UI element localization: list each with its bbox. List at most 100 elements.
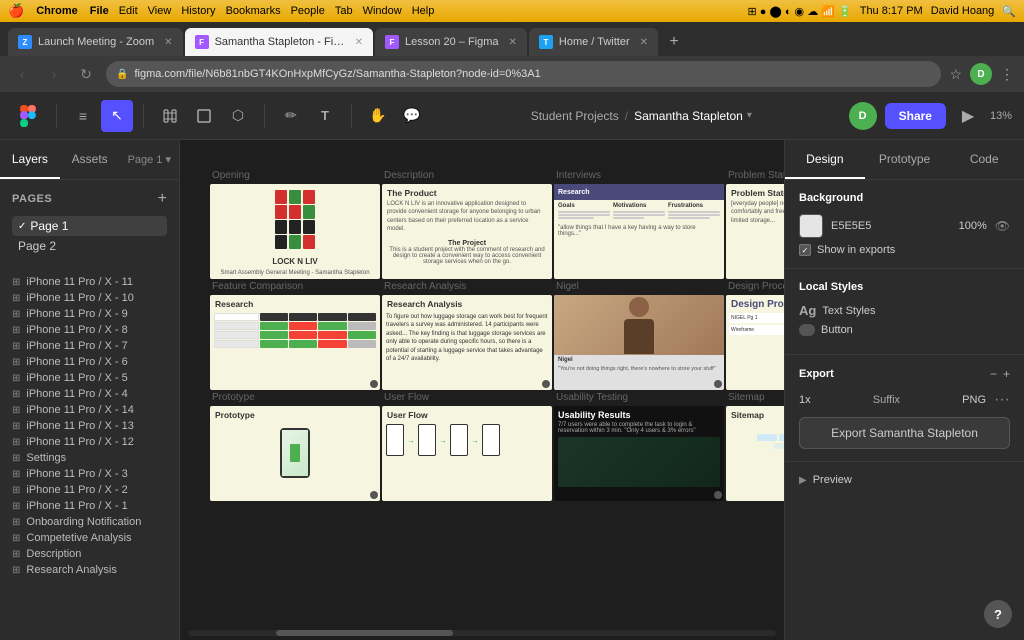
tool-shape[interactable] [188, 100, 220, 132]
apple-menu[interactable]: 🍎 [8, 3, 24, 19]
frame-opening[interactable]: Opening [210, 170, 380, 279]
frame-interviews[interactable]: Interviews Research Goals Motivati [554, 170, 724, 279]
browser-avatar[interactable]: D [970, 63, 992, 85]
tool-frame[interactable] [154, 100, 186, 132]
figma-avatar[interactable]: D [849, 102, 877, 130]
tool-comment[interactable]: 💬 [396, 100, 428, 132]
tab-figma-main[interactable]: F Samantha Stapleton - Figma ✕ [185, 28, 373, 56]
frame-sitemap[interactable]: Sitemap Sitemap Home [726, 392, 784, 501]
right-tab-prototype[interactable]: Prototype [865, 140, 945, 179]
menu-help[interactable]: Help [412, 5, 435, 17]
layer-iphone-7[interactable]: ⊞ iPhone 11 Pro / X - 7 [0, 338, 179, 354]
menu-people[interactable]: People [291, 5, 325, 17]
layer-iphone-9[interactable]: ⊞ iPhone 11 Pro / X - 9 [0, 306, 179, 322]
export-format[interactable]: PNG [962, 394, 986, 406]
export-more-icon[interactable]: ··· [994, 391, 1010, 409]
url-bar[interactable]: 🔒 figma.com/file/N6b81nbGT4KOnHxpMfCyGz/… [106, 61, 941, 87]
tab-zoom[interactable]: Z Launch Meeting - Zoom ✕ [8, 28, 183, 56]
layer-iphone-2[interactable]: ⊞ iPhone 11 Pro / X - 2 [0, 482, 179, 498]
frame-usability[interactable]: Usability Testing Usability Results 7/7 … [554, 392, 724, 501]
layer-onboarding[interactable]: ⊞ Onboarding Notification [0, 514, 179, 530]
layer-competitive[interactable]: ⊞ Competetive Analysis [0, 530, 179, 546]
tab-layers[interactable]: Layers [0, 140, 60, 179]
frame-nigel[interactable]: Nigel Nigel "You're not doing things rig… [554, 281, 724, 390]
reload-button[interactable]: ↻ [74, 62, 98, 86]
layer-iphone-5[interactable]: ⊞ iPhone 11 Pro / X - 5 [0, 370, 179, 386]
tool-hand[interactable]: ✋ [362, 100, 394, 132]
current-file-name[interactable]: Samantha Stapleton ▾ [634, 109, 752, 123]
button-styles-row[interactable]: Button [799, 324, 1010, 336]
layer-iphone-11[interactable]: ⊞ iPhone 11 Pro / X - 11 [0, 274, 179, 290]
background-color-swatch[interactable] [799, 214, 823, 238]
layer-iphone-8[interactable]: ⊞ iPhone 11 Pro / X - 8 [0, 322, 179, 338]
design-process-grid: NIGEL Pg 1 Sticky Notes Wireframe Protot… [726, 310, 784, 338]
tool-shapes-more[interactable]: ⬡ [222, 100, 254, 132]
export-minus-icon[interactable]: − [990, 367, 997, 381]
app-name[interactable]: Chrome [36, 5, 78, 17]
layer-iphone-14[interactable]: ⊞ iPhone 11 Pro / X - 14 [0, 402, 179, 418]
menu-history[interactable]: History [181, 5, 215, 17]
page-item-2[interactable]: Page 2 [12, 236, 167, 256]
frame-feature[interactable]: Feature Comparison Research [210, 281, 380, 390]
extensions-icon[interactable]: ⋮ [1000, 66, 1014, 83]
layer-iphone-10[interactable]: ⊞ iPhone 11 Pro / X - 10 [0, 290, 179, 306]
back-button[interactable]: ‹ [10, 62, 34, 86]
frame-design[interactable]: Design Process Design Process NIGEL Pg 1… [726, 281, 784, 390]
tab-twitter-close[interactable]: ✕ [640, 37, 648, 48]
page-item-1[interactable]: ✓ Page 1 [12, 216, 167, 236]
menu-file[interactable]: File [90, 5, 109, 17]
frame-analysis[interactable]: Research Analysis Research Analysis To f… [382, 281, 552, 390]
tool-pen[interactable]: ✏ [275, 100, 307, 132]
menu-edit[interactable]: Edit [119, 5, 138, 17]
frame-userflow[interactable]: User Flow User Flow → → → [382, 392, 552, 501]
menubar-search[interactable]: 🔍 [1002, 5, 1016, 18]
new-tab-button[interactable]: + [660, 28, 688, 56]
bookmark-icon[interactable]: ☆ [949, 66, 962, 83]
export-scale[interactable]: 1x [799, 394, 811, 406]
layer-iphone-3[interactable]: ⊞ iPhone 11 Pro / X - 3 [0, 466, 179, 482]
frame-description[interactable]: Description The Product LOCK N LIV is an… [382, 170, 552, 279]
show-exports-checkbox[interactable]: ✓ [799, 244, 811, 256]
layer-iphone-6[interactable]: ⊞ iPhone 11 Pro / X - 6 [0, 354, 179, 370]
layer-description[interactable]: ⊞ Description [0, 546, 179, 562]
tool-text[interactable]: T [309, 100, 341, 132]
tab-figma-lesson[interactable]: F Lesson 20 – Figma ✕ [375, 28, 527, 56]
tool-menu[interactable]: ≡ [67, 100, 99, 132]
present-button[interactable]: ▶ [954, 102, 982, 130]
text-styles-row[interactable]: Ag Text Styles [799, 303, 1010, 318]
tool-select[interactable]: ↖ [101, 100, 133, 132]
tab-figma-lesson-close[interactable]: ✕ [509, 37, 517, 48]
menu-tab[interactable]: Tab [335, 5, 353, 17]
figma-logo[interactable] [12, 100, 44, 132]
layer-iphone-13[interactable]: ⊞ iPhone 11 Pro / X - 13 [0, 418, 179, 434]
menu-bookmarks[interactable]: Bookmarks [226, 5, 281, 17]
export-button[interactable]: Export Samantha Stapleton [799, 417, 1010, 449]
frame-prototype[interactable]: Prototype Prototype [210, 392, 380, 501]
share-button[interactable]: Share [885, 103, 946, 129]
breadcrumb-projects[interactable]: Student Projects [531, 109, 619, 123]
right-tab-design[interactable]: Design [785, 140, 865, 179]
layer-iphone-12[interactable]: ⊞ iPhone 11 Pro / X - 12 [0, 434, 179, 450]
layer-research[interactable]: ⊞ Research Analysis [0, 562, 179, 578]
layer-iphone-4[interactable]: ⊞ iPhone 11 Pro / X - 4 [0, 386, 179, 402]
tab-twitter[interactable]: T Home / Twitter ✕ [529, 28, 658, 56]
preview-header[interactable]: ▶ Preview [799, 474, 1010, 486]
export-plus-icon[interactable]: + [1003, 367, 1010, 381]
canvas[interactable]: Opening [180, 140, 784, 640]
menu-view[interactable]: View [148, 5, 172, 17]
frame-problem[interactable]: Problem Statement Problem Statement [eve… [726, 170, 784, 279]
menu-window[interactable]: Window [363, 5, 402, 17]
layer-settings[interactable]: ⊞ Settings [0, 450, 179, 466]
background-eye-icon[interactable]: 👁 [995, 219, 1010, 233]
help-button[interactable]: ? [984, 600, 1012, 628]
layer-iphone-1[interactable]: ⊞ iPhone 11 Pro / X - 1 [0, 498, 179, 514]
tab-figma-main-close[interactable]: ✕ [355, 37, 363, 48]
tab-assets[interactable]: Assets [60, 140, 120, 179]
forward-button[interactable]: › [42, 62, 66, 86]
canvas-scrollbar-track[interactable] [180, 630, 784, 636]
zoom-level[interactable]: 13% [990, 110, 1012, 122]
pages-add-button[interactable]: + [158, 190, 167, 208]
tab-zoom-close[interactable]: ✕ [164, 37, 172, 48]
right-tab-code[interactable]: Code [944, 140, 1024, 179]
show-exports-row[interactable]: ✓ Show in exports [799, 244, 1010, 256]
